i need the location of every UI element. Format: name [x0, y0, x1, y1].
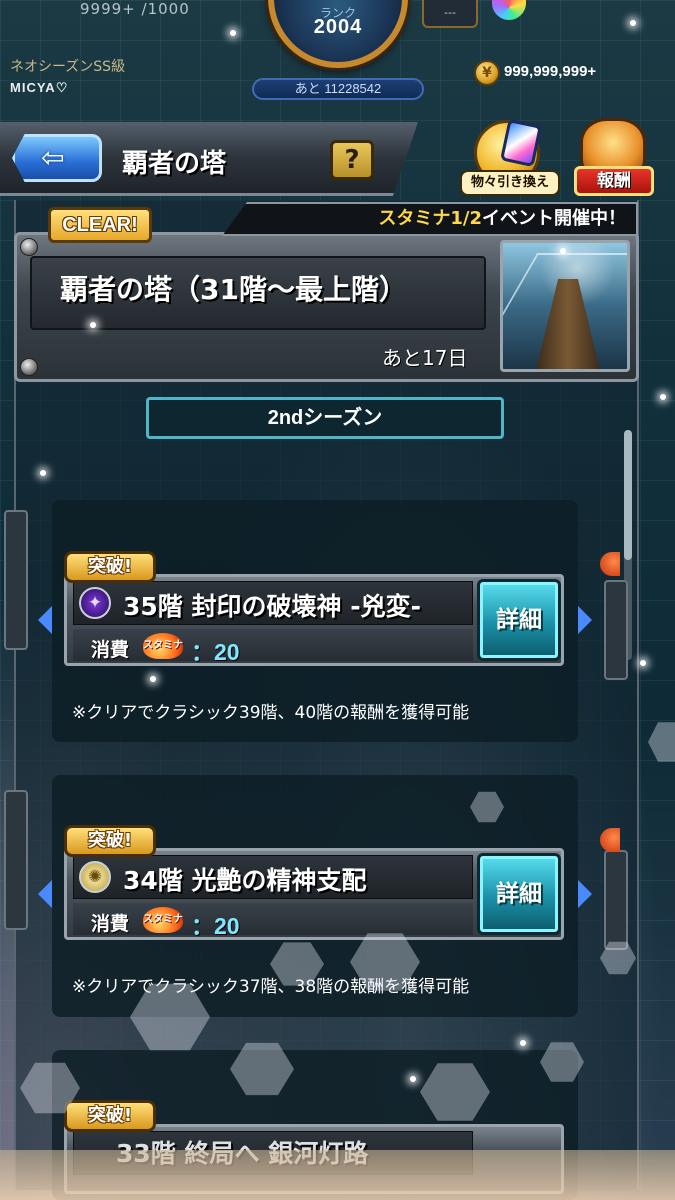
- stage-cost-bar: [73, 903, 473, 935]
- cost-label: 消費: [91, 913, 130, 935]
- cost-value: ：20: [191, 913, 240, 939]
- next-card-edge: [604, 850, 628, 950]
- prev-card-edge: [4, 790, 28, 930]
- element-orb-icon: [600, 552, 620, 576]
- sparkle-decoration: [630, 20, 636, 26]
- clear-badge: CLEAR!: [48, 207, 152, 243]
- next-arrow-icon[interactable]: [578, 880, 592, 908]
- coin-value: 999,999,999+: [504, 63, 597, 80]
- stat-fragment: 9999+ /1000: [80, 0, 190, 18]
- light-element-icon: ✺: [79, 861, 111, 893]
- detail-button[interactable]: 詳細: [477, 853, 561, 935]
- rank-value: 2004: [313, 16, 363, 38]
- exchange-button[interactable]: 物々引き換え: [460, 116, 560, 200]
- breakthrough-badge: 突破!: [64, 1100, 156, 1132]
- help-button[interactable]: ?: [330, 140, 374, 180]
- coin-icon: ¥: [474, 60, 500, 86]
- breakthrough-badge: 突破!: [64, 551, 156, 583]
- tab-season[interactable]: 2ndシーズン: [146, 397, 504, 439]
- rank-next-exp: あと 11228542: [252, 78, 424, 100]
- stamina-icon: スタミナ: [143, 907, 183, 933]
- sparkle-decoration: [640, 660, 646, 666]
- stage-note: ※クリアでクラシック39階、40階の報酬を獲得可能: [72, 703, 470, 723]
- stage-cost-bar: [73, 629, 473, 661]
- stage-name: 34階 光艶の精神支配: [123, 866, 367, 895]
- sparkle-decoration: [40, 470, 46, 476]
- stage-card[interactable]: ✦ 35階 封印の破壊神 -兇変- 消費 スタミナ ：20 詳細: [64, 574, 564, 666]
- sparkle-decoration: [560, 248, 566, 254]
- sparkle-decoration: [660, 394, 666, 400]
- next-card-edge: [604, 580, 628, 680]
- back-button[interactable]: ⇦: [12, 134, 102, 182]
- breakthrough-badge: 突破!: [64, 825, 156, 857]
- next-arrow-icon[interactable]: [578, 606, 592, 634]
- player-title: ネオシーズンSS級: [10, 59, 126, 75]
- dark-element-icon: ✦: [79, 587, 111, 619]
- event-title: 覇者の塔（31階～最上階）: [60, 273, 407, 306]
- stage-name: 35階 封印の破壊神 -兇変-: [123, 592, 421, 621]
- screw-icon: [20, 238, 38, 256]
- stamina-event-banner: スタミナ1/2イベント開催中！: [222, 202, 638, 236]
- back-arrow-icon: ⇦: [41, 141, 65, 174]
- stamina-highlight: スタミナ1/2: [378, 208, 482, 229]
- tower-image: [500, 240, 630, 372]
- item-box[interactable]: ---: [422, 0, 478, 28]
- screw-icon: [20, 358, 38, 376]
- element-orb-icon: [600, 828, 620, 852]
- reward-button[interactable]: 報酬: [570, 116, 660, 200]
- prev-arrow-icon[interactable]: [38, 606, 52, 634]
- sparkle-decoration: [410, 1076, 416, 1082]
- exchange-label: 物々引き換え: [460, 170, 560, 196]
- detail-button[interactable]: 詳細: [477, 579, 561, 661]
- sparkle-decoration: [520, 1040, 526, 1046]
- sparkle-decoration: [90, 322, 96, 328]
- sparkle-decoration: [150, 676, 156, 682]
- cost-label: 消費: [91, 639, 130, 661]
- prev-card-edge: [4, 510, 28, 650]
- stamina-rest: イベント開催中！: [482, 208, 626, 229]
- bottom-menu-bar[interactable]: [0, 1150, 675, 1200]
- page-title: 覇者の塔: [122, 149, 227, 179]
- event-remaining: あと17日: [382, 346, 468, 370]
- stamina-icon: スタミナ: [143, 633, 183, 659]
- player-name: MICYA♡: [10, 80, 69, 95]
- stage-card[interactable]: ✺ 34階 光艶の精神支配 消費 スタミナ ：20 詳細: [64, 848, 564, 940]
- sparkle-decoration: [230, 30, 236, 36]
- prev-arrow-icon[interactable]: [38, 880, 52, 908]
- cost-value: ：20: [191, 639, 240, 665]
- reward-label: 報酬: [574, 166, 654, 196]
